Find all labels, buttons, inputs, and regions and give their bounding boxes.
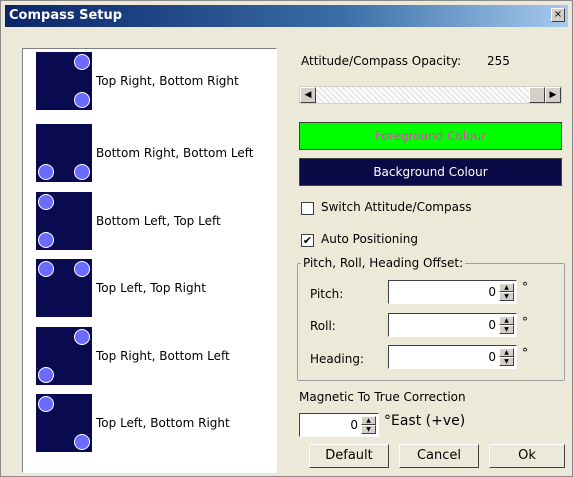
auto-positioning-checkbox[interactable]: ✔ — [301, 234, 314, 247]
spin-down-icon[interactable]: ▼ — [499, 325, 514, 334]
background-colour-button[interactable]: Background Colour — [299, 158, 562, 186]
position-thumbnail — [36, 124, 92, 182]
list-item-label: Bottom Right, Bottom Left — [96, 146, 254, 160]
spin-up-icon[interactable]: ▲ — [361, 416, 376, 425]
foreground-colour-button[interactable]: Foreground Colour — [299, 122, 562, 150]
scroll-right-icon[interactable]: ▶ — [545, 87, 561, 103]
list-item-label: Top Right, Bottom Right — [96, 74, 239, 88]
spin-down-icon[interactable]: ▼ — [499, 292, 514, 301]
roll-unit: ° — [522, 315, 528, 329]
dot-icon — [74, 54, 90, 70]
heading-unit: ° — [522, 346, 528, 360]
magnetic-correction-unit: °East (+ve) — [384, 413, 466, 429]
roll-label: Roll: — [310, 319, 336, 333]
cancel-button[interactable]: Cancel — [399, 444, 479, 468]
spin-up-icon[interactable]: ▲ — [499, 283, 514, 292]
heading-label: Heading: — [310, 352, 364, 366]
magnetic-correction-value[interactable]: 0 — [350, 418, 358, 432]
scrollbar-thumb[interactable] — [529, 87, 545, 103]
switch-attitude-checkbox[interactable] — [301, 202, 314, 215]
pitch-value[interactable]: 0 — [488, 285, 496, 299]
default-button[interactable]: Default — [309, 444, 389, 468]
close-icon[interactable]: × — [551, 8, 565, 22]
roll-spinner[interactable]: 0 ▲ ▼ — [388, 313, 517, 337]
list-item-label: Top Left, Top Right — [96, 281, 206, 295]
heading-spinner[interactable]: 0 ▲ ▼ — [388, 345, 517, 369]
switch-attitude-label: Switch Attitude/Compass — [321, 200, 472, 214]
position-thumbnail — [36, 394, 92, 452]
spin-down-icon[interactable]: ▼ — [499, 357, 514, 366]
dot-icon — [74, 434, 90, 450]
scroll-left-icon[interactable]: ◀ — [300, 87, 316, 103]
pitch-unit: ° — [522, 280, 528, 294]
window-title: Compass Setup — [9, 8, 123, 23]
pitch-label: Pitch: — [310, 287, 344, 301]
opacity-label: Attitude/Compass Opacity: — [301, 54, 462, 68]
position-thumbnail — [36, 52, 92, 110]
roll-value[interactable]: 0 — [488, 318, 496, 332]
list-item[interactable]: Top Right, Bottom Right — [36, 52, 276, 110]
list-item[interactable]: Top Right, Bottom Left — [36, 327, 276, 385]
offset-group-legend: Pitch, Roll, Heading Offset: — [301, 256, 466, 270]
position-thumbnail — [36, 259, 92, 317]
list-item[interactable]: Top Left, Bottom Right — [36, 394, 276, 452]
spin-up-icon[interactable]: ▲ — [499, 348, 514, 357]
opacity-scrollbar[interactable]: ◀ ▶ — [299, 86, 562, 104]
list-item[interactable]: Bottom Right, Bottom Left — [36, 124, 276, 182]
list-item-label: Top Left, Bottom Right — [96, 416, 230, 430]
pitch-spinner[interactable]: 0 ▲ ▼ — [388, 280, 517, 304]
dot-icon — [38, 367, 54, 383]
list-item[interactable]: Top Left, Top Right — [36, 259, 276, 317]
magnetic-correction-label: Magnetic To True Correction — [299, 390, 466, 404]
list-item-label: Bottom Left, Top Left — [96, 214, 221, 228]
dot-icon — [38, 194, 54, 210]
position-list: Top Right, Bottom Right Bottom Right, Bo… — [22, 48, 277, 473]
dot-icon — [38, 261, 54, 277]
compass-setup-dialog: Compass Setup × Top Right, Bottom Right … — [0, 0, 573, 477]
spin-up-icon[interactable]: ▲ — [499, 316, 514, 325]
heading-value[interactable]: 0 — [488, 350, 496, 364]
position-thumbnail — [36, 192, 92, 250]
position-thumbnail — [36, 327, 92, 385]
dot-icon — [74, 261, 90, 277]
list-item[interactable]: Bottom Left, Top Left — [36, 192, 276, 250]
ok-button[interactable]: Ok — [489, 444, 565, 468]
spin-down-icon[interactable]: ▼ — [361, 425, 376, 434]
dot-icon — [38, 232, 54, 248]
list-item-label: Top Right, Bottom Left — [96, 349, 230, 363]
dot-icon — [38, 396, 54, 412]
auto-positioning-label: Auto Positioning — [321, 232, 418, 246]
dot-icon — [74, 92, 90, 108]
dot-icon — [38, 164, 54, 180]
opacity-value: 255 — [487, 54, 510, 68]
title-bar[interactable]: Compass Setup × — [5, 5, 568, 27]
dot-icon — [74, 329, 90, 345]
magnetic-correction-spinner[interactable]: 0 ▲ ▼ — [299, 413, 379, 437]
dot-icon — [74, 164, 90, 180]
